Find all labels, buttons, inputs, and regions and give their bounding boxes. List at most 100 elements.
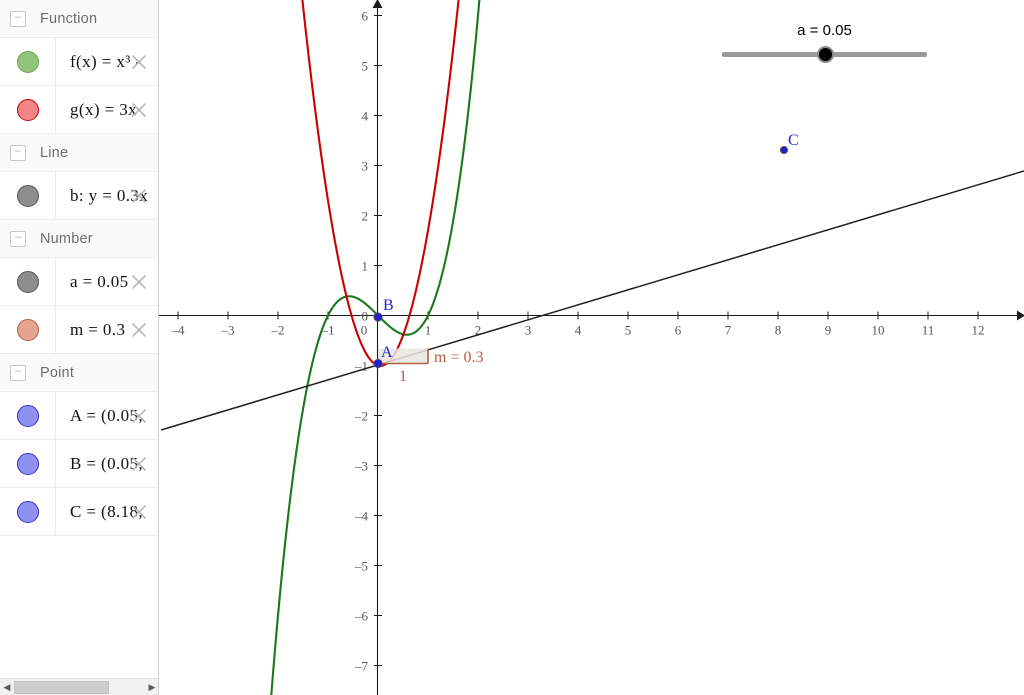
object-color-marker[interactable] <box>0 258 56 305</box>
close-icon[interactable] <box>130 455 148 473</box>
algebra-horizontal-scrollbar[interactable]: ◀ ▶ <box>0 678 158 695</box>
algebra-row[interactable]: b: y = 0.3x <box>0 172 158 220</box>
color-dot-icon[interactable] <box>16 184 39 207</box>
color-dot-icon[interactable] <box>16 98 39 121</box>
x-tick-label: –2 <box>271 323 285 338</box>
graph-canvas[interactable]: –4 –3 –2 –1 0 1 2 3 4 5 6 7 8 9 10 11 12 6543210–1–2–3–4… <box>159 0 1024 695</box>
line-b[interactable] <box>160 170 1024 431</box>
object-color-marker[interactable] <box>0 392 56 439</box>
color-dot-icon[interactable] <box>16 404 39 427</box>
y-tick-label: –2 <box>354 409 368 424</box>
slope-label: m = 0.3 <box>434 349 483 366</box>
slider-handle[interactable] <box>817 46 834 63</box>
expression-text: m = 0.3 <box>70 319 126 339</box>
algebra-row[interactable]: m = 0.3 <box>0 306 158 354</box>
expression-cell[interactable]: g(x) = 3x <box>56 86 158 133</box>
algebra-row[interactable]: B = (0.05, <box>0 440 158 488</box>
x-tick-label: 11 <box>922 323 935 338</box>
x-tick-label: 0 <box>361 323 368 338</box>
group-title: Function <box>40 10 98 27</box>
group-header-point[interactable]: Point <box>0 354 158 392</box>
y-tick-label: 4 <box>362 109 369 124</box>
graphics-view[interactable]: –4 –3 –2 –1 0 1 2 3 4 5 6 7 8 9 10 11 12 6 5 4 3 2 1 0 –1 –2 –3 –4… <box>159 0 1024 695</box>
x-tick-label: –4 <box>171 323 186 338</box>
expression-cell[interactable]: a = 0.05 <box>56 258 158 305</box>
group-header-number[interactable]: Number <box>0 220 158 258</box>
x-tick-label: 10 <box>872 323 885 338</box>
y-tick-label: –3 <box>354 459 368 474</box>
expression-cell[interactable]: f(x) = x³ - <box>56 38 158 85</box>
point-c-dot[interactable] <box>779 145 789 155</box>
algebra-row[interactable]: a = 0.05 <box>0 258 158 306</box>
close-icon[interactable] <box>130 407 148 425</box>
axes <box>159 0 1024 695</box>
group-title: Number <box>40 230 93 247</box>
y-tick-label: 0 <box>362 309 369 324</box>
close-icon[interactable] <box>130 503 148 521</box>
expression-cell[interactable]: B = (0.05, <box>56 440 158 487</box>
x-tick-label: 7 <box>725 323 732 338</box>
close-icon[interactable] <box>130 101 148 119</box>
y-tick-label: 2 <box>362 209 369 224</box>
object-color-marker[interactable] <box>0 440 56 487</box>
y-tick-label: 5 <box>362 59 369 74</box>
x-tick-label: 1 <box>425 323 432 338</box>
scrollbar-thumb[interactable] <box>14 680 109 694</box>
object-color-marker[interactable] <box>0 38 56 85</box>
group-header-function[interactable]: Function <box>0 0 158 38</box>
expression-cell[interactable]: C = (8.18, <box>56 488 158 535</box>
y-tick-label: 1 <box>362 259 369 274</box>
y-tick-label: –4 <box>354 509 369 524</box>
object-color-marker[interactable] <box>0 86 56 133</box>
x-tick-label: 3 <box>525 323 532 338</box>
scroll-left-icon[interactable]: ◀ <box>0 679 14 695</box>
object-color-marker[interactable] <box>0 488 56 535</box>
geogebra-app: Function f(x) = x³ - g(x) = 3x Line b: y = 0… <box>0 0 1024 695</box>
object-color-marker[interactable] <box>0 172 56 219</box>
algebra-list: Function f(x) = x³ - g(x) = 3x Line b: y = 0… <box>0 0 158 536</box>
expression-cell[interactable]: A = (0.05, <box>56 392 158 439</box>
close-icon[interactable] <box>130 187 148 205</box>
color-dot-icon[interactable] <box>16 318 39 341</box>
algebra-row[interactable]: g(x) = 3x <box>0 86 158 134</box>
collapse-minus-icon[interactable] <box>10 364 26 381</box>
point-b-dot[interactable] <box>373 312 383 322</box>
point-b-label: B <box>383 297 394 314</box>
object-color-marker[interactable] <box>0 306 56 353</box>
x-tick-label: 5 <box>625 323 632 338</box>
close-icon[interactable] <box>130 53 148 71</box>
expression-text: g(x) = 3x <box>70 99 138 119</box>
color-dot-icon[interactable] <box>16 270 39 293</box>
cubic-curve-f[interactable] <box>266 0 486 695</box>
run-label: 1 <box>399 368 407 385</box>
y-tick-label: –6 <box>354 609 369 624</box>
color-dot-icon[interactable] <box>16 500 39 523</box>
y-tick-label: –7 <box>354 659 369 674</box>
group-title: Point <box>40 364 75 381</box>
y-tick-label: 6 <box>362 9 369 24</box>
color-dot-icon[interactable] <box>16 452 39 475</box>
expression-cell[interactable]: b: y = 0.3x <box>56 172 158 219</box>
algebra-row[interactable]: A = (0.05, <box>0 392 158 440</box>
x-tick-label: 12 <box>972 323 985 338</box>
collapse-minus-icon[interactable] <box>10 144 26 161</box>
close-icon[interactable] <box>130 321 148 339</box>
scroll-right-icon[interactable]: ▶ <box>145 679 158 695</box>
parabola-curve-g[interactable] <box>295 0 467 367</box>
collapse-minus-icon[interactable] <box>10 230 26 247</box>
slider-a[interactable]: a = 0.05 <box>722 22 927 66</box>
x-tick-label: 4 <box>575 323 582 338</box>
color-dot-icon[interactable] <box>16 50 39 73</box>
expression-text: a = 0.05 <box>70 271 129 291</box>
group-header-line[interactable]: Line <box>0 134 158 172</box>
algebra-row[interactable]: C = (8.18, <box>0 488 158 536</box>
x-tick-label: 8 <box>775 323 782 338</box>
algebra-row[interactable]: f(x) = x³ - <box>0 38 158 86</box>
algebra-view: Function f(x) = x³ - g(x) = 3x Line b: y = 0… <box>0 0 159 695</box>
expression-cell[interactable]: m = 0.3 <box>56 306 158 353</box>
collapse-minus-icon[interactable] <box>10 10 26 27</box>
point-c-label: C <box>788 132 799 149</box>
scrollbar-track[interactable] <box>14 680 145 694</box>
y-tick-label: 3 <box>362 159 369 174</box>
close-icon[interactable] <box>130 273 148 291</box>
